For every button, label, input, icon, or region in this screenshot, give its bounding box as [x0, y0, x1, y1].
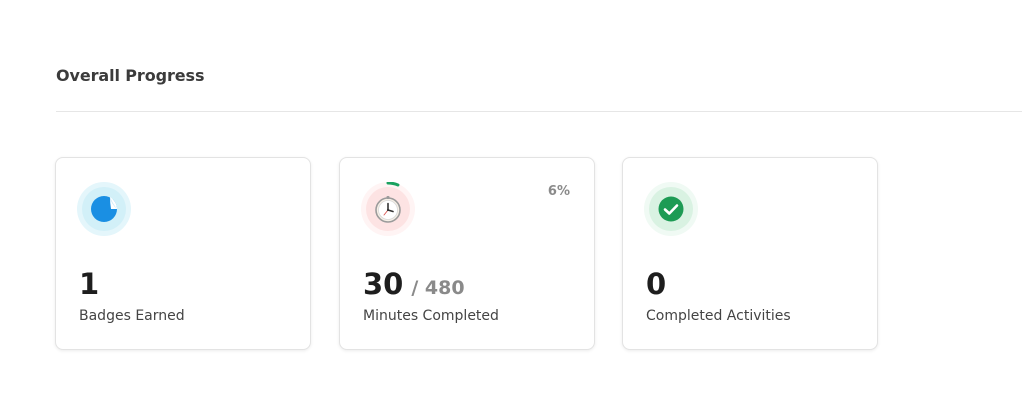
minutes-completed-label: Minutes Completed	[363, 308, 499, 324]
completed-activities-label: Completed Activities	[646, 308, 791, 324]
badges-earned-label: Badges Earned	[79, 308, 185, 324]
minutes-completed-value: 30/ 480	[363, 267, 465, 301]
badges-earned-value: 1	[79, 267, 100, 301]
completed-activities-value: 0	[646, 267, 667, 301]
minutes-percent: 6%	[547, 184, 570, 199]
badge-sticker-icon	[77, 182, 131, 236]
section-title: Overall Progress	[56, 66, 205, 85]
section-divider	[56, 111, 1022, 112]
clock-icon	[361, 182, 415, 236]
minutes-total: / 480	[411, 277, 465, 299]
minutes-progress-arc	[386, 182, 400, 187]
minutes-completed-card: 6% 30/ 480 Minutes Completed	[339, 157, 595, 350]
overall-progress-page: Overall Progress 1 Badges Earned 6% 30 /…	[0, 0, 1022, 412]
checkmark-icon	[644, 182, 698, 236]
badges-earned-card: 1 Badges Earned	[55, 157, 311, 350]
completed-activities-card: 0 Completed Activities	[622, 157, 878, 350]
